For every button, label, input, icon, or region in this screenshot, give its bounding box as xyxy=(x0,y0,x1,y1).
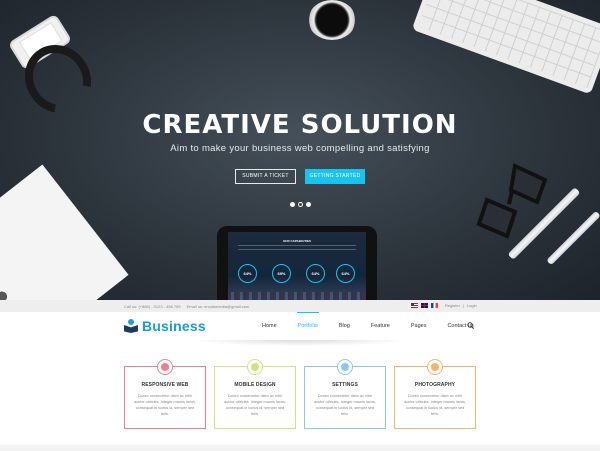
tablet-heading: OUR CAPABILITIES xyxy=(282,239,312,243)
notebook-image xyxy=(0,164,129,300)
login-link[interactable]: Login xyxy=(467,303,477,308)
camera-icon xyxy=(427,359,443,375)
feature-title: SETTINGS xyxy=(332,382,358,388)
feature-text: Donec consectetur diam ac nibh auctor ul… xyxy=(134,394,196,416)
keyboard-image xyxy=(411,0,600,95)
france-flag-icon[interactable] xyxy=(431,303,438,308)
nav-item-pages[interactable]: Pages xyxy=(411,323,427,329)
stat-ring: 64% xyxy=(238,264,257,283)
features-section: RESPONSIVE WEB Donec consectetur diam ac… xyxy=(0,346,600,451)
mobile-icon xyxy=(247,359,263,375)
feature-card: SETTINGS Donec consectetur diam ac nibh … xyxy=(304,359,386,429)
register-link[interactable]: Register xyxy=(445,303,460,308)
slider-dots xyxy=(290,202,311,207)
search-icon[interactable] xyxy=(467,322,474,329)
slider-dot[interactable] xyxy=(298,202,303,207)
getting-started-button[interactable]: GETTING STARTED xyxy=(305,169,365,184)
hero-title: CREATIVE SOLUTION xyxy=(142,110,458,140)
slider-dot[interactable] xyxy=(290,202,295,207)
section-divider xyxy=(0,445,600,451)
site-logo[interactable]: Business xyxy=(124,318,206,334)
stat-ring: 64% xyxy=(306,264,325,283)
nav-item-home[interactable]: Home xyxy=(262,323,277,329)
nav-item-blog[interactable]: Blog xyxy=(339,323,350,329)
nav-item-portfolio[interactable]: Portfolio xyxy=(296,312,320,329)
pen-image xyxy=(546,210,600,266)
feature-text: Donec consectetur diam ac nibh auctor ul… xyxy=(314,394,376,416)
nav-menu: Home Portfolio Blog Feature Pages Contac… xyxy=(262,312,495,329)
link-separator: | xyxy=(462,303,464,308)
logo-text: Business xyxy=(142,318,206,334)
email-contact[interactable]: Email us: envatomedia@gmail.com xyxy=(187,304,250,309)
responsive-icon xyxy=(157,359,173,375)
feature-title: MOBILE DESIGN xyxy=(234,382,276,388)
feature-title: PHOTOGRAPHY xyxy=(414,382,456,388)
feature-title: RESPONSIVE WEB xyxy=(141,382,189,388)
feature-card: MOBILE DESIGN Donec consectetur diam ac … xyxy=(214,359,296,429)
top-info-bar: Call us: (+880) - 0123 - 456 789 Email u… xyxy=(0,300,600,312)
us-flag-icon[interactable] xyxy=(411,303,418,308)
submit-ticket-button[interactable]: SUBMIT A TICKET xyxy=(235,169,296,184)
feature-text: Donec consectetur diam ac nibh auctor ul… xyxy=(224,394,286,416)
main-navigation: Business Home Portfolio Blog Feature Pag… xyxy=(0,312,600,342)
feature-text: Donec consectetur diam ac nibh auctor ul… xyxy=(404,394,466,416)
uk-flag-icon[interactable] xyxy=(421,303,428,308)
hero-banner: CREATIVE SOLUTION Aim to make your busin… xyxy=(0,0,600,300)
feature-card: RESPONSIVE WEB Donec consectetur diam ac… xyxy=(124,359,206,429)
coffee-cup-image xyxy=(308,0,356,40)
phone-contact: Call us: (+880) - 0123 - 456 789 xyxy=(124,304,181,309)
slider-dot[interactable] xyxy=(306,202,311,207)
hero-subtitle: Aim to make your business web compelling… xyxy=(170,143,430,154)
nav-item-feature[interactable]: Feature xyxy=(371,323,390,329)
tablet-mockup: OUR CAPABILITIES 64% 69% 64% 64% xyxy=(217,226,377,300)
stat-ring: 69% xyxy=(272,264,291,283)
feature-card: PHOTOGRAPHY Donec consectetur diam ac ni… xyxy=(394,359,476,429)
gear-icon xyxy=(337,359,353,375)
stat-ring: 64% xyxy=(336,264,355,283)
logo-icon xyxy=(124,319,138,333)
